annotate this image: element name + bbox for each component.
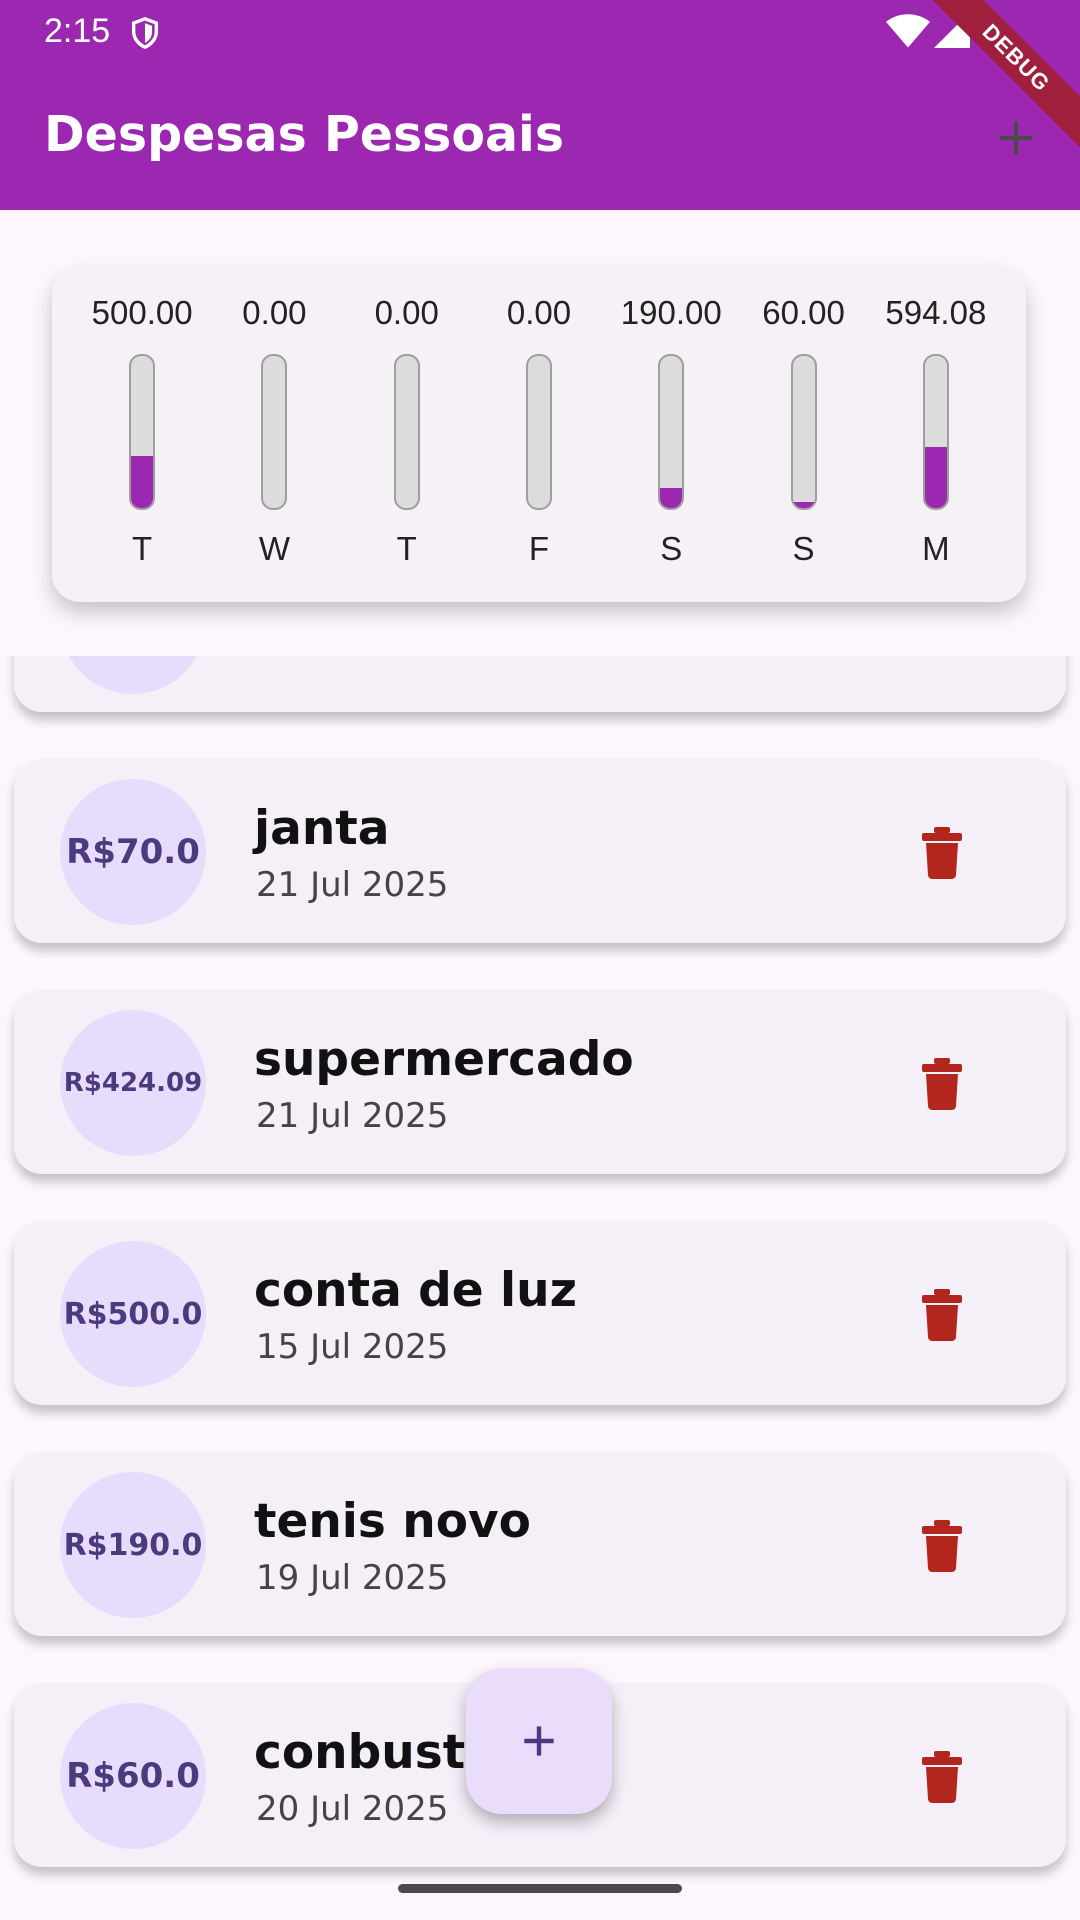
page-title: Despesas Pessoais — [44, 106, 565, 163]
chart-bar-column: 0.00 T — [341, 268, 473, 602]
chart-bar-day: T — [396, 530, 417, 567]
chart-bar-track — [658, 354, 685, 510]
transaction-title: janta — [254, 801, 390, 856]
chart-bar-track — [393, 354, 420, 510]
transaction-card[interactable]: R$424.09 supermercado 21 Jul 2025 — [14, 990, 1066, 1174]
chart-bar-value: 0.00 — [242, 294, 307, 331]
delete-button[interactable] — [914, 1518, 970, 1574]
add-icon — [999, 121, 1033, 155]
chart-bar-column: 190.00 S — [605, 268, 737, 602]
fab-add-button[interactable] — [466, 1668, 612, 1814]
trash-icon — [922, 1520, 962, 1572]
chart-bar-track — [790, 354, 817, 510]
add-transaction-button[interactable] — [990, 112, 1042, 164]
transaction-date: 21 Jul 2025 — [256, 1096, 449, 1136]
chart-bar-column: 594.08 M — [870, 268, 1002, 602]
chart-bar-track — [129, 354, 156, 510]
chart-bar-value: 594.08 — [885, 294, 987, 331]
chart-bar-value: 500.00 — [91, 294, 193, 331]
chart-bar-value: 0.00 — [374, 294, 439, 331]
chart-bar-day: W — [258, 530, 290, 567]
shield-icon — [131, 17, 159, 50]
transaction-date: 19 Jul 2025 — [256, 1558, 449, 1598]
chart-bar-value: 190.00 — [620, 294, 722, 331]
chart-bar-column: 0.00 F — [473, 268, 605, 602]
transaction-card[interactable]: R$190.0 tenis novo 19 Jul 2025 — [14, 1452, 1066, 1636]
amount-label: R$500.0 — [63, 1296, 203, 1332]
transaction-date: 21 Jul 2025 — [256, 865, 449, 905]
chart-bar-value: 60.00 — [762, 294, 845, 331]
chart-bar-day: S — [792, 530, 815, 567]
chart-bar-day: S — [660, 530, 683, 567]
transaction-date: 15 Jul 2025 — [256, 1327, 449, 1367]
app-bar: 2:15 DEBUG Despesas Pessoais — [0, 0, 1080, 210]
delete-button[interactable] — [914, 1056, 970, 1112]
chart-bar-column: 500.00 T — [76, 268, 208, 602]
chart-bar-fill — [792, 501, 815, 508]
transaction-card[interactable] — [14, 656, 1066, 712]
transaction-card[interactable]: R$500.0 conta de luz 15 Jul 2025 — [14, 1221, 1066, 1405]
chart-bar-day: M — [922, 530, 950, 567]
chart-bar-track — [922, 354, 949, 510]
transaction-title: tenis novo — [254, 1494, 531, 1549]
chart-bar-fill — [131, 456, 154, 508]
chart-bar-day: T — [132, 530, 153, 567]
amount-avatar — [60, 656, 206, 694]
chart-bar-track — [261, 354, 288, 510]
transaction-date: 20 Jul 2025 — [256, 1789, 449, 1829]
amount-avatar: R$190.0 — [60, 1472, 206, 1618]
delete-button[interactable] — [914, 825, 970, 881]
amount-avatar: R$424.09 — [60, 1010, 206, 1156]
trash-icon — [922, 1289, 962, 1341]
delete-button[interactable] — [914, 1287, 970, 1343]
home-indicator[interactable] — [398, 1884, 682, 1893]
chart-bar-track — [525, 354, 552, 510]
amount-label: R$70.0 — [66, 832, 200, 872]
amount-avatar: R$70.0 — [60, 779, 206, 925]
amount-label: R$424.09 — [63, 1068, 203, 1098]
trash-icon — [922, 827, 962, 879]
transaction-card[interactable]: R$70.0 janta 21 Jul 2025 — [14, 759, 1066, 943]
chart-bar-day: F — [528, 530, 550, 567]
add-icon — [524, 1726, 554, 1756]
amount-avatar: R$500.0 — [60, 1241, 206, 1387]
trash-icon — [922, 1751, 962, 1803]
chart-bar-column: 0.00 W — [208, 268, 340, 602]
amount-label: R$190.0 — [63, 1527, 203, 1563]
amount-avatar: R$60.0 — [60, 1703, 206, 1849]
delete-button[interactable] — [914, 1749, 970, 1805]
transaction-title: conta de luz — [254, 1263, 577, 1318]
chart-bar-fill — [660, 488, 683, 508]
chart-bars: 500.00 T 0.00 W 0.00 T 0.00 F 190.00 S 60.00 S 594.0… — [76, 268, 1002, 602]
chart-bar-fill — [924, 447, 947, 508]
transaction-title: supermercado — [254, 1032, 634, 1087]
amount-label: R$60.0 — [66, 1756, 200, 1796]
chart-bar-column: 60.00 S — [737, 268, 869, 602]
weekly-chart: 500.00 T 0.00 W 0.00 T 0.00 F 190.00 S 60.00 S 594.0… — [52, 268, 1026, 602]
chart-bar-value: 0.00 — [506, 294, 572, 331]
trash-icon — [922, 1058, 962, 1110]
status-time: 2:15 — [44, 12, 111, 50]
